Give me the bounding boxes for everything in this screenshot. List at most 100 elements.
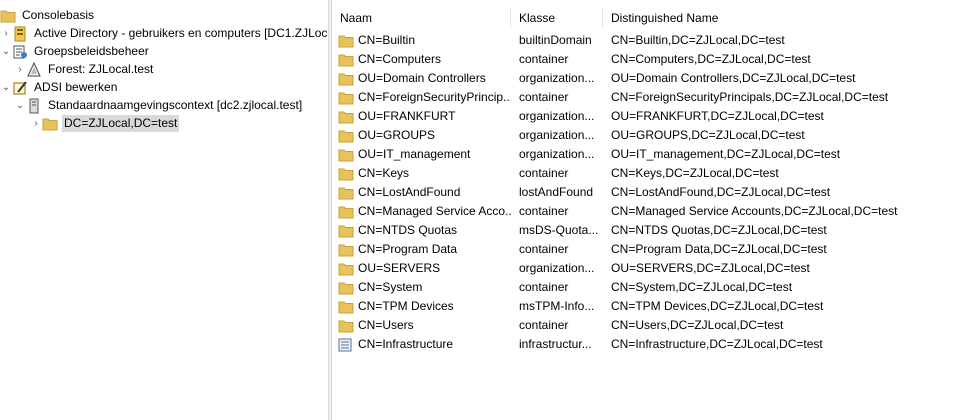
table-row[interactable]: CN=System container CN=System,DC=ZJLocal,D… [332, 278, 971, 297]
tree-node-adsi-bewerken[interactable]: ⌄ ADSI bewerken [0, 78, 119, 97]
column-header-klasse[interactable]: Klasse [511, 8, 603, 28]
cell-name-text: CN=NTDS Quotas [358, 223, 458, 237]
table-row[interactable]: CN=Users container CN=Users,DC=ZJLocal,DC=… [332, 316, 971, 335]
ad-users-computers-icon [12, 26, 28, 42]
cell-dn: OU=IT_management,DC=ZJLocal,DC=test [611, 147, 841, 161]
folder-icon [338, 281, 354, 295]
cell-name-text: OU=Domain Controllers [358, 71, 486, 85]
table-row[interactable]: OU=GROUPS organization... OU=GROUPS,DC=ZJL… [332, 126, 971, 145]
table-row[interactable]: CN=ForeignSecurityPrincip... container CN=… [332, 88, 971, 107]
expander-collapsed-icon[interactable]: › [0, 24, 12, 43]
tree-node-active-directory[interactable]: › Active Directory - gebruikers en compu… [0, 24, 328, 43]
folder-icon [338, 129, 354, 143]
tree-node-groepsbeleidsbeheer[interactable]: ⌄ Groepsbeleidsbeheer [0, 42, 151, 61]
table-row[interactable]: CN=Keys container CN=Keys,DC=ZJLocal,DC=te… [332, 164, 971, 183]
console-tree: Consolebasis › Active Directory - gebrui… [0, 0, 328, 420]
folder-icon [338, 243, 354, 257]
folder-icon [338, 319, 354, 333]
cell-name: CN=Infrastructure [338, 335, 511, 354]
cell-dn: CN=Builtin,DC=ZJLocal,DC=test [611, 33, 785, 47]
cell-name: OU=IT_management [338, 145, 511, 164]
column-header-dn[interactable]: Distinguished Name [603, 8, 971, 28]
folder-icon [338, 34, 354, 48]
expander-expanded-icon[interactable]: ⌄ [0, 78, 12, 97]
table-row[interactable]: CN=Computers container CN=Computers,DC=ZJL… [332, 50, 971, 69]
cell-name-text: CN=Managed Service Acco... [358, 204, 511, 218]
tree-node-label: Groepsbeleidsbeheer [34, 44, 149, 58]
cell-dn: CN=Program Data,DC=ZJLocal,DC=test [611, 242, 827, 256]
cell-name: CN=Managed Service Acco... [338, 202, 511, 221]
tree-node-consolebasis[interactable]: Consolebasis [0, 6, 96, 25]
cell-dn: CN=LostAndFound,DC=ZJLocal,DC=test [611, 185, 831, 199]
tree-node-forest[interactable]: › Forest: ZJLocal.test [14, 60, 155, 79]
expander-collapsed-icon[interactable]: › [30, 114, 42, 133]
cell-class: infrastructur... [519, 337, 592, 351]
cell-name-text: CN=Keys [358, 166, 410, 180]
table-row[interactable]: CN=TPM Devices msTPM-Info... CN=TPM Device… [332, 297, 971, 316]
table-row[interactable]: CN=Program Data container CN=Program Data,… [332, 240, 971, 259]
details-list: Naam Klasse Distinguished Name CN=Builti… [332, 0, 971, 420]
table-row[interactable]: OU=IT_management organization... OU=IT_man… [332, 145, 971, 164]
table-row[interactable]: OU=Domain Controllers organization... OU=D… [332, 69, 971, 88]
table-row[interactable]: CN=NTDS Quotas msDS-Quota... CN=NTDS Quota… [332, 221, 971, 240]
cell-class: container [519, 166, 569, 180]
tree-node-label: DC=ZJLocal,DC=test [62, 115, 180, 132]
expander-expanded-icon[interactable]: ⌄ [14, 96, 26, 115]
folder-icon [338, 224, 354, 238]
cell-dn: CN=Keys,DC=ZJLocal,DC=test [611, 166, 779, 180]
forest-icon [26, 61, 42, 78]
expander-collapsed-icon[interactable]: › [14, 60, 26, 79]
folder-icon [338, 91, 354, 105]
table-row[interactable]: OU=SERVERS organization... OU=SERVERS,DC=Z… [332, 259, 971, 278]
tree-node-naming-context[interactable]: ⌄ Standaardnaamgevingscontext [dc2.zjloc… [14, 96, 304, 115]
cell-class: organization... [519, 128, 595, 142]
table-row[interactable]: CN=LostAndFound lostAndFound CN=LostAndFou… [332, 183, 971, 202]
cell-dn: OU=FRANKFURT,DC=ZJLocal,DC=test [611, 109, 824, 123]
cell-name-text: CN=LostAndFound [358, 185, 461, 199]
cell-dn: CN=Managed Service Accounts,DC=ZJLocal,D… [611, 204, 898, 218]
cell-name: CN=Keys [338, 164, 511, 183]
tree-node-dc-zjlocal[interactable]: › DC=ZJLocal,DC=test [30, 114, 180, 133]
cell-class: container [519, 204, 569, 218]
cell-class: container [519, 318, 569, 332]
tree-node-label: Active Directory - gebruikers en compute… [34, 26, 328, 40]
cell-name: CN=LostAndFound [338, 183, 511, 202]
cell-name-text: OU=FRANKFURT [358, 109, 456, 123]
tree-node-label: Standaardnaamgevingscontext [dc2.zjlocal… [48, 98, 303, 112]
cell-dn: OU=Domain Controllers,DC=ZJLocal,DC=test [611, 71, 856, 85]
cell-class: msDS-Quota... [519, 223, 599, 237]
cell-class: msTPM-Info... [519, 299, 595, 313]
cell-class: organization... [519, 109, 595, 123]
cell-name-text: CN=Computers [358, 52, 442, 66]
cell-name: OU=SERVERS [338, 259, 511, 278]
cell-name-text: OU=GROUPS [358, 128, 436, 142]
object-icon [338, 338, 354, 352]
table-row[interactable]: CN=Infrastructure infrastructur... CN=Infr… [332, 335, 971, 354]
cell-name: CN=Program Data [338, 240, 511, 259]
folder-icon [338, 262, 354, 276]
adsi-edit-icon [12, 80, 28, 96]
cell-name: OU=Domain Controllers [338, 69, 511, 88]
expander-expanded-icon[interactable]: ⌄ [0, 42, 12, 61]
group-policy-icon [12, 44, 28, 60]
cell-name-text: CN=System [358, 280, 423, 294]
column-header-naam[interactable]: Naam [332, 8, 511, 28]
folder-icon [338, 53, 354, 67]
cell-dn: OU=GROUPS,DC=ZJLocal,DC=test [611, 128, 805, 142]
cell-name-text: CN=Users [358, 318, 414, 332]
cell-class: builtinDomain [519, 33, 592, 47]
table-row[interactable]: OU=FRANKFURT organization... OU=FRANKFURT,… [332, 107, 971, 126]
cell-dn: CN=Users,DC=ZJLocal,DC=test [611, 318, 784, 332]
table-row[interactable]: CN=Managed Service Acco... container CN=Ma… [332, 202, 971, 221]
folder-icon [42, 116, 58, 132]
folder-icon [338, 167, 354, 181]
cell-name-text: CN=Program Data [358, 242, 458, 256]
cell-name: CN=Users [338, 316, 511, 335]
tree-node-label: Consolebasis [22, 8, 95, 22]
cell-dn: CN=TPM Devices,DC=ZJLocal,DC=test [611, 299, 824, 313]
folder-icon [338, 72, 354, 86]
table-row[interactable]: CN=Builtin builtinDomain CN=Builtin,DC=ZJL… [332, 31, 971, 50]
cell-class: container [519, 242, 569, 256]
cell-class: lostAndFound [519, 185, 594, 199]
cell-name: CN=Builtin [338, 31, 511, 50]
